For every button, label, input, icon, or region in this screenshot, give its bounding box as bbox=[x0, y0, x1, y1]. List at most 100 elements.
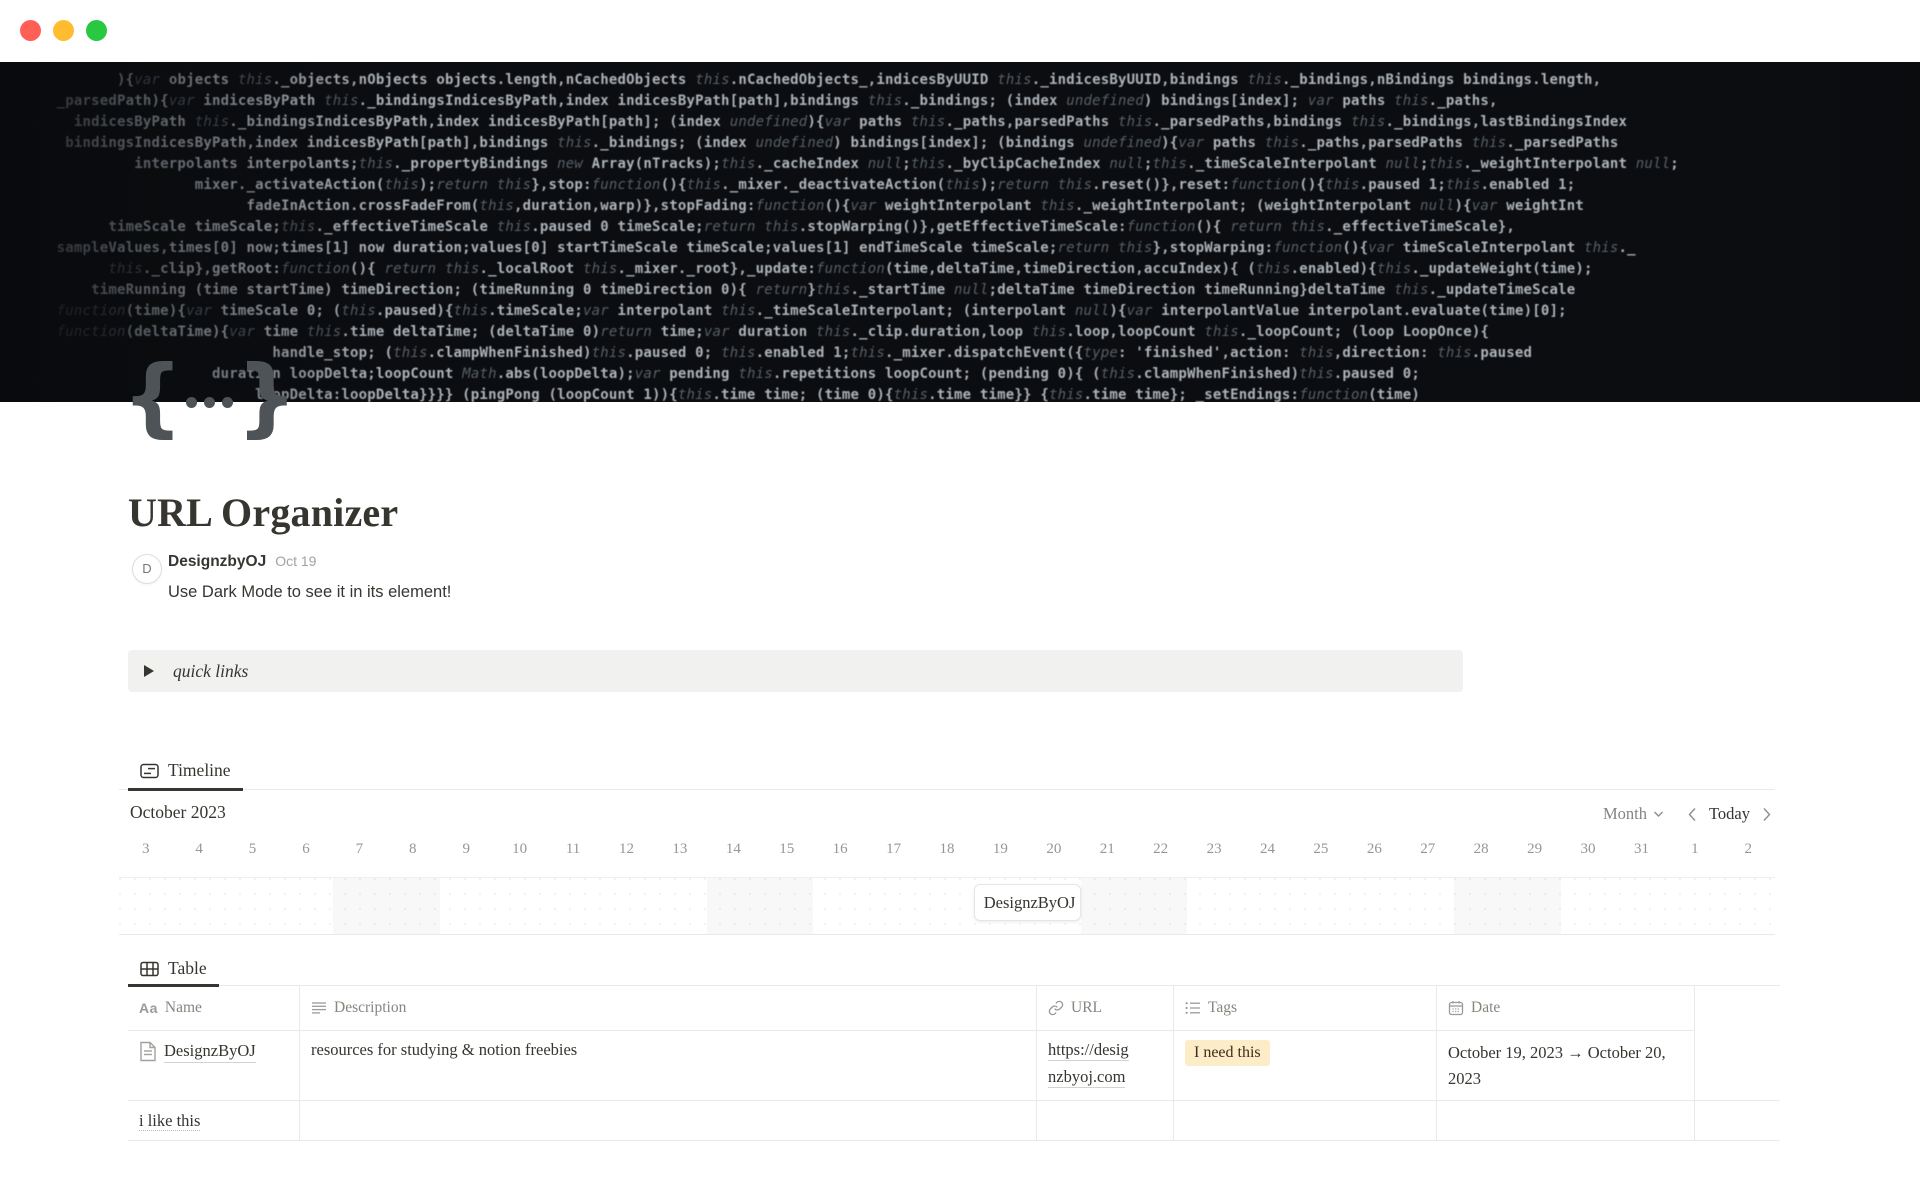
avatar: D bbox=[132, 554, 162, 584]
weekend-shade bbox=[333, 878, 386, 934]
weekend-shade bbox=[1454, 878, 1507, 934]
column-header-date[interactable]: Date bbox=[1437, 986, 1695, 1031]
header-filler bbox=[1695, 986, 1780, 1031]
column-header-tags[interactable]: Tags bbox=[1174, 986, 1437, 1031]
weekend-shade bbox=[707, 878, 760, 934]
timeline-date-label: 20 bbox=[1027, 841, 1080, 867]
timeline-date-label: 2 bbox=[1722, 841, 1775, 867]
weekend-shade bbox=[1134, 878, 1187, 934]
bulleted-list-icon bbox=[1185, 1001, 1201, 1015]
tags-cell[interactable] bbox=[1174, 1101, 1437, 1140]
cover-code-line: handle_stop; (this.clampWhenFinished)thi… bbox=[48, 343, 1920, 364]
cover-code-line: _parsedPath){var indicesByPath this._bin… bbox=[48, 91, 1920, 112]
timeline-month-title: October 2023 bbox=[130, 802, 226, 823]
weekend-shade bbox=[1081, 878, 1134, 934]
paragraph-lines-icon bbox=[311, 1001, 327, 1015]
column-header-url[interactable]: URL bbox=[1037, 986, 1174, 1031]
cover-code-line: fadeInAction.crossFadeFrom(this,duration… bbox=[48, 196, 1920, 217]
timeline-date-label: 18 bbox=[920, 841, 973, 867]
page-link[interactable]: i like this bbox=[139, 1111, 200, 1131]
page-link[interactable]: DesignzByOJ bbox=[164, 1040, 256, 1063]
cover-code-line: indicesByPath this._bindingsIndicesByPat… bbox=[48, 112, 1920, 133]
zoom-window-button[interactable] bbox=[86, 20, 107, 41]
timeline-date-label: 11 bbox=[546, 841, 599, 867]
url-link-line[interactable]: https://desig bbox=[1048, 1040, 1129, 1061]
link-icon bbox=[1048, 1000, 1064, 1016]
timeline-date-label: 1 bbox=[1668, 841, 1721, 867]
timeline-date-label: 31 bbox=[1615, 841, 1668, 867]
timeline-date-label: 7 bbox=[333, 841, 386, 867]
timeline-date-label: 10 bbox=[493, 841, 546, 867]
url-cell[interactable] bbox=[1037, 1101, 1174, 1140]
right-brace-glyph: } bbox=[236, 356, 297, 438]
comment-timestamp: Oct 19 bbox=[275, 553, 316, 569]
text-property-icon: Aa bbox=[139, 1000, 158, 1016]
url-cell[interactable]: https://desig nzbyoj.com bbox=[1037, 1031, 1174, 1100]
url-link-line[interactable]: nzbyoj.com bbox=[1048, 1067, 1125, 1088]
timeline-item-card[interactable]: DesignzByOJ bbox=[974, 884, 1081, 921]
timeline-date-label: 6 bbox=[279, 841, 332, 867]
timeline-date-label: 24 bbox=[1241, 841, 1294, 867]
tag-pill: I need this bbox=[1185, 1040, 1270, 1066]
timeline-controls: October 2023 Month Today bbox=[119, 790, 1775, 841]
calendar-icon bbox=[1448, 1000, 1464, 1016]
cover-code-line: sampleValues,times[0] now;times[1] now d… bbox=[48, 238, 1920, 259]
timeline-tabrow: Timeline bbox=[119, 748, 1775, 790]
row-filler bbox=[1695, 1101, 1780, 1140]
comment-text: Use Dark Mode to see it in its element! bbox=[168, 583, 451, 602]
timeline-dates: 3456789101112131415161718192021222324252… bbox=[119, 841, 1775, 867]
today-button[interactable]: Today bbox=[1709, 804, 1750, 824]
timeline-date-label: 29 bbox=[1508, 841, 1561, 867]
tab-timeline[interactable]: Timeline bbox=[128, 753, 243, 791]
close-window-button[interactable] bbox=[20, 20, 41, 41]
timeline-tab-label: Timeline bbox=[168, 760, 231, 781]
cover-code-line: this._clip},getRoot:function(){ return t… bbox=[48, 259, 1920, 280]
next-month-button[interactable] bbox=[1760, 805, 1773, 824]
minimize-window-button[interactable] bbox=[53, 20, 74, 41]
date-cell[interactable] bbox=[1437, 1101, 1695, 1140]
date-cell[interactable]: October 19, 2023 → October 20, 2023 bbox=[1437, 1031, 1695, 1100]
weekend-shade bbox=[1508, 878, 1561, 934]
timeline-nav: Today bbox=[1686, 804, 1773, 824]
timeline-date-label: 30 bbox=[1561, 841, 1614, 867]
timeline-date-label: 4 bbox=[172, 841, 225, 867]
timeline-date-label: 27 bbox=[1401, 841, 1454, 867]
tab-table[interactable]: Table bbox=[128, 953, 219, 987]
cover-code-line: function(time){var timeScale 0; (this.pa… bbox=[48, 301, 1920, 322]
page-icon-curly-braces[interactable]: { } bbox=[122, 356, 297, 438]
tags-cell[interactable]: I need this bbox=[1174, 1031, 1437, 1100]
table-header-row: Aa Name Description URL bbox=[128, 986, 1780, 1031]
description-cell[interactable]: resources for studying & notion freebies bbox=[300, 1031, 1037, 1100]
window-titlebar bbox=[0, 0, 1920, 62]
cover-code-line: timeRunning (time startTime) timeDirecti… bbox=[48, 280, 1920, 301]
chevron-right-icon bbox=[1762, 807, 1771, 822]
column-header-description[interactable]: Description bbox=[300, 986, 1037, 1031]
name-cell[interactable]: i like this bbox=[128, 1101, 300, 1140]
timeline-date-label: 15 bbox=[760, 841, 813, 867]
timeline-scale-selector[interactable]: Month bbox=[1603, 804, 1664, 824]
comment-author: DesignzbyOJ bbox=[168, 553, 266, 571]
quick-links-toggle[interactable]: quick links bbox=[128, 650, 1463, 692]
cover-code-line: bindingsIndicesByPath,index indicesByPat… bbox=[48, 133, 1920, 154]
page-title: URL Organizer bbox=[128, 487, 398, 539]
weekend-shade bbox=[760, 878, 813, 934]
column-header-name[interactable]: Aa Name bbox=[128, 986, 300, 1031]
cover-code-line: interpolants interpolants;this._property… bbox=[48, 154, 1920, 175]
timeline-date-label: 28 bbox=[1454, 841, 1507, 867]
timeline-right-controls: Month Today bbox=[1603, 804, 1773, 824]
description-cell[interactable] bbox=[300, 1101, 1037, 1140]
cover-code-line: ){var objects this._objects,nObjects obj… bbox=[48, 70, 1920, 91]
table-view-icon bbox=[140, 961, 159, 977]
table-row: DesignzByOJ resources for studying & not… bbox=[128, 1031, 1780, 1101]
table-tab-label: Table bbox=[168, 958, 207, 979]
weekend-shade bbox=[386, 878, 439, 934]
cover-code-line: duration loopDelta;loopCount Math.abs(lo… bbox=[48, 364, 1920, 385]
timeline-date-label: 9 bbox=[440, 841, 493, 867]
timeline-date-label: 22 bbox=[1134, 841, 1187, 867]
timeline-date-label: 25 bbox=[1294, 841, 1347, 867]
table-view: Table Aa Name Description URL bbox=[128, 948, 1780, 1141]
timeline-date-label: 23 bbox=[1187, 841, 1240, 867]
left-brace-glyph: { bbox=[122, 356, 183, 438]
previous-month-button[interactable] bbox=[1686, 805, 1699, 824]
name-cell[interactable]: DesignzByOJ bbox=[128, 1031, 300, 1100]
